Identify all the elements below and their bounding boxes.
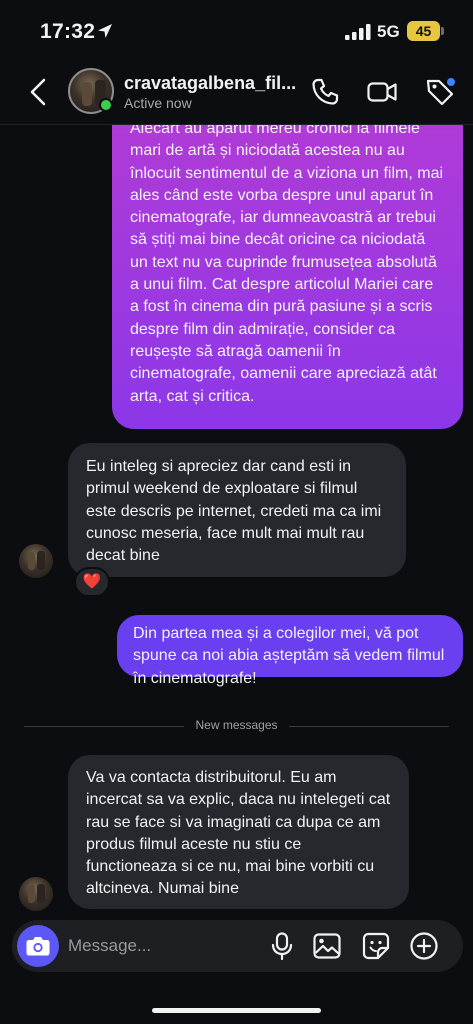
chat-header: cravatagalbena_fil... Active now (0, 60, 473, 124)
status-bar: 17:32 5G 45 (0, 0, 473, 60)
avatar-figure (28, 885, 35, 903)
message-composer (12, 920, 463, 972)
sender-avatar[interactable] (19, 544, 53, 578)
image-icon[interactable] (312, 931, 342, 961)
camera-icon (26, 937, 50, 956)
divider-line (289, 726, 449, 727)
battery-indicator: 45 (407, 21, 440, 41)
avatar-figure (37, 551, 45, 570)
avatar-figure (37, 884, 45, 903)
sender-avatar[interactable] (19, 877, 53, 911)
notification-dot (446, 77, 456, 87)
heart-reaction[interactable]: ❤️ (74, 567, 110, 597)
new-messages-divider: New messages (24, 718, 449, 734)
status-time: 17:32 (40, 20, 96, 43)
plus-circle-icon[interactable] (409, 931, 439, 961)
online-indicator (99, 98, 113, 112)
chat-screen: 17:32 5G 45 cravatagalbena_fil... Active… (0, 0, 473, 1024)
battery-tip (441, 27, 444, 35)
incoming-message[interactable]: Eu inteleg si apreciez dar cand esti in … (68, 443, 406, 577)
contact-status: Active now (124, 95, 192, 111)
outgoing-message[interactable]: Din partea mea și a colegilor mei, vă po… (117, 615, 463, 687)
message-input[interactable] (68, 928, 258, 964)
location-arrow-icon (98, 24, 112, 38)
sticker-icon[interactable] (361, 931, 391, 961)
contact-name[interactable]: cravatagalbena_fil... (124, 73, 299, 94)
divider-line (24, 726, 184, 727)
phone-icon[interactable] (309, 76, 341, 108)
avatar-figure (28, 552, 35, 570)
camera-button[interactable] (17, 925, 59, 967)
divider-label: New messages (195, 718, 278, 732)
outgoing-message[interactable]: Alecart au aparut mereu cronici la filme… (112, 125, 463, 429)
message-thread[interactable]: Alecart au aparut mereu cronici la filme… (0, 125, 473, 915)
network-label: 5G (377, 22, 400, 41)
incoming-message[interactable]: Va va contacta distribuitorul. Eu am inc… (68, 755, 409, 909)
back-button[interactable] (24, 76, 54, 108)
video-camera-icon[interactable] (366, 76, 398, 108)
microphone-icon[interactable] (267, 931, 297, 961)
signal-bars-icon (345, 24, 371, 40)
home-indicator[interactable] (152, 1008, 321, 1013)
avatar-figure (82, 82, 92, 106)
